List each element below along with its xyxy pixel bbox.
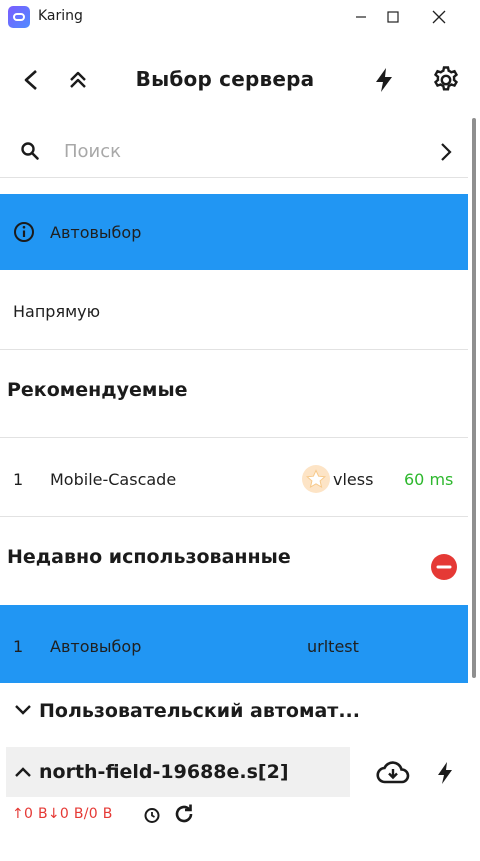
- app-logo-icon: [8, 6, 30, 28]
- chevron-right-icon: [441, 143, 452, 161]
- clear-recent-button[interactable]: [431, 554, 457, 580]
- chevron-down-icon: [15, 705, 31, 715]
- recent-server-protocol: urltest: [307, 637, 359, 656]
- close-window-button[interactable]: [416, 0, 462, 34]
- chevron-up-icon: [15, 767, 31, 777]
- search-submit-button[interactable]: [432, 138, 460, 166]
- recent-server-name: Автовыбор: [50, 637, 142, 656]
- page-header: Выбор сервера: [0, 40, 480, 120]
- gear-icon: [433, 66, 459, 91]
- refresh-icon: [175, 804, 193, 823]
- recent-server-index: 1: [13, 637, 24, 656]
- server-index: 1: [13, 470, 24, 489]
- search-input[interactable]: [64, 136, 404, 166]
- server-item[interactable]: 1 Mobile-Cascade vless 60 ms: [0, 438, 468, 517]
- window-title: Karing: [38, 8, 83, 24]
- server-latency: 60 ms: [404, 470, 454, 489]
- latency-test-button[interactable]: [366, 62, 402, 98]
- direct-label: Напрямую: [13, 302, 101, 321]
- maximize-button[interactable]: [370, 0, 416, 34]
- custom-group-header[interactable]: Пользовательский автомат...: [0, 683, 468, 745]
- settings-button[interactable]: [428, 62, 464, 98]
- scrollbar[interactable]: [472, 118, 476, 678]
- recent-section-header: Недавно использованные: [0, 517, 468, 605]
- custom-group-label: Пользовательский автомат...: [39, 700, 360, 722]
- search-icon: [21, 142, 39, 160]
- direct-item[interactable]: Напрямую: [0, 270, 468, 350]
- subscription-latency-button[interactable]: [430, 756, 460, 790]
- maximize-icon: [387, 11, 399, 23]
- favorite-button[interactable]: [302, 465, 330, 493]
- traffic-stats: ↑0 B↓0 B/0 B: [12, 806, 113, 822]
- recent-server-item[interactable]: 1 Автовыбор urltest: [0, 605, 468, 683]
- server-name: Mobile-Cascade: [50, 470, 177, 489]
- star-icon: [306, 469, 326, 489]
- lightning-icon: [438, 762, 452, 784]
- recommended-title: Рекомендуемые: [7, 379, 188, 401]
- timer-icon: [144, 808, 160, 823]
- info-icon: [14, 222, 34, 242]
- recent-title: Недавно использованные: [7, 546, 291, 568]
- subscription-name: north-field-19688e.s[2]: [39, 761, 289, 783]
- remove-icon: [436, 565, 452, 569]
- lightning-icon: [376, 68, 392, 92]
- refresh-button[interactable]: [170, 800, 198, 828]
- minimize-icon: [356, 16, 366, 18]
- window-titlebar: Karing: [0, 0, 480, 34]
- auto-select-item[interactable]: Автовыбор: [0, 194, 468, 270]
- cloud-download-icon: [376, 761, 410, 784]
- auto-select-label: Автовыбор: [50, 223, 142, 242]
- update-subscription-button[interactable]: [374, 756, 412, 790]
- close-icon: [432, 10, 446, 24]
- recommended-section-header: Рекомендуемые: [0, 350, 468, 438]
- server-protocol: vless: [333, 470, 374, 489]
- subscription-selector[interactable]: north-field-19688e.s[2]: [6, 747, 350, 797]
- search-row: [0, 124, 468, 178]
